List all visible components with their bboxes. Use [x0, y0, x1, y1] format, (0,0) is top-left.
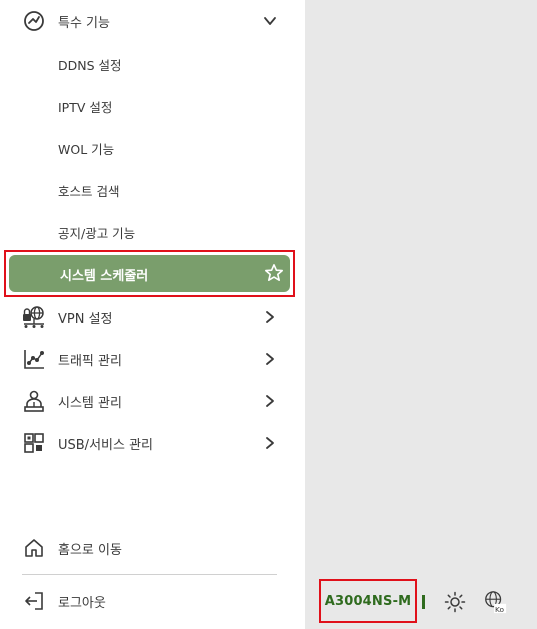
language-code: Ko	[495, 605, 504, 614]
menu-system-admin-label: 시스템 관리	[58, 395, 122, 411]
submenu-item-label: 시스템 스케줄러	[60, 269, 149, 284]
submenu-item-label: 호스트 검색	[58, 183, 120, 199]
logout-link-label: 로그아웃	[58, 595, 106, 611]
menu-traffic-label: 트래픽 관리	[58, 353, 122, 369]
chevron-right-icon[interactable]	[262, 393, 278, 409]
submenu-item-label: IPTV 설정	[58, 99, 113, 115]
menu-special-functions[interactable]: 특수 기능	[0, 0, 305, 42]
submenu-item-label: 공지/광고 기능	[58, 225, 136, 241]
submenu-item-host-search[interactable]: 호스트 검색	[0, 169, 305, 211]
menu-usb-service[interactable]: USB/서비스 관리	[0, 422, 305, 464]
menu-vpn-label: VPN 설정	[58, 311, 113, 327]
chevron-down-icon[interactable]	[262, 13, 278, 29]
vpn-icon	[22, 305, 46, 329]
home-icon	[22, 536, 46, 560]
model-name: A3004NS-M	[324, 593, 412, 609]
separator	[422, 595, 425, 609]
home-link-label: 홈으로 이동	[58, 542, 122, 558]
language-globe-icon[interactable]: Ko	[483, 590, 507, 614]
usb-service-icon	[22, 431, 46, 455]
submenu-item-label: DDNS 설정	[58, 57, 122, 73]
logout-icon	[22, 589, 46, 613]
submenu-item-label: WOL 기능	[58, 141, 115, 157]
menu-system-admin[interactable]: 시스템 관리	[0, 380, 305, 422]
brightness-icon[interactable]	[443, 590, 467, 614]
special-functions-icon	[22, 9, 46, 33]
submenu-item-ddns[interactable]: DDNS 설정	[0, 43, 305, 85]
traffic-chart-icon	[22, 347, 46, 371]
active-item-highlight: 시스템 스케줄러	[4, 250, 295, 297]
chevron-right-icon[interactable]	[262, 351, 278, 367]
chevron-right-icon[interactable]	[262, 435, 278, 451]
home-link[interactable]: 홈으로 이동	[0, 527, 305, 569]
content-pane	[305, 0, 537, 629]
menu-vpn[interactable]: VPN 설정	[0, 296, 305, 338]
submenu-item-iptv[interactable]: IPTV 설정	[0, 85, 305, 127]
menu-traffic[interactable]: 트래픽 관리	[0, 338, 305, 380]
divider	[22, 574, 277, 575]
sidebar: 특수 기능 DDNS 설정 IPTV 설정 WOL 기능 호스트 검색 공지/광…	[0, 0, 305, 629]
menu-usb-service-label: USB/서비스 관리	[58, 437, 153, 453]
star-icon[interactable]	[264, 263, 284, 283]
system-admin-icon	[22, 389, 46, 413]
logout-link[interactable]: 로그아웃	[0, 580, 305, 622]
submenu-item-notice-ad[interactable]: 공지/광고 기능	[0, 211, 305, 253]
chevron-right-icon[interactable]	[262, 309, 278, 325]
model-name-box: A3004NS-M	[319, 579, 417, 623]
submenu-item-system-scheduler[interactable]: 시스템 스케줄러	[9, 255, 290, 292]
menu-special-functions-label: 특수 기능	[58, 15, 110, 31]
submenu-item-wol[interactable]: WOL 기능	[0, 127, 305, 169]
